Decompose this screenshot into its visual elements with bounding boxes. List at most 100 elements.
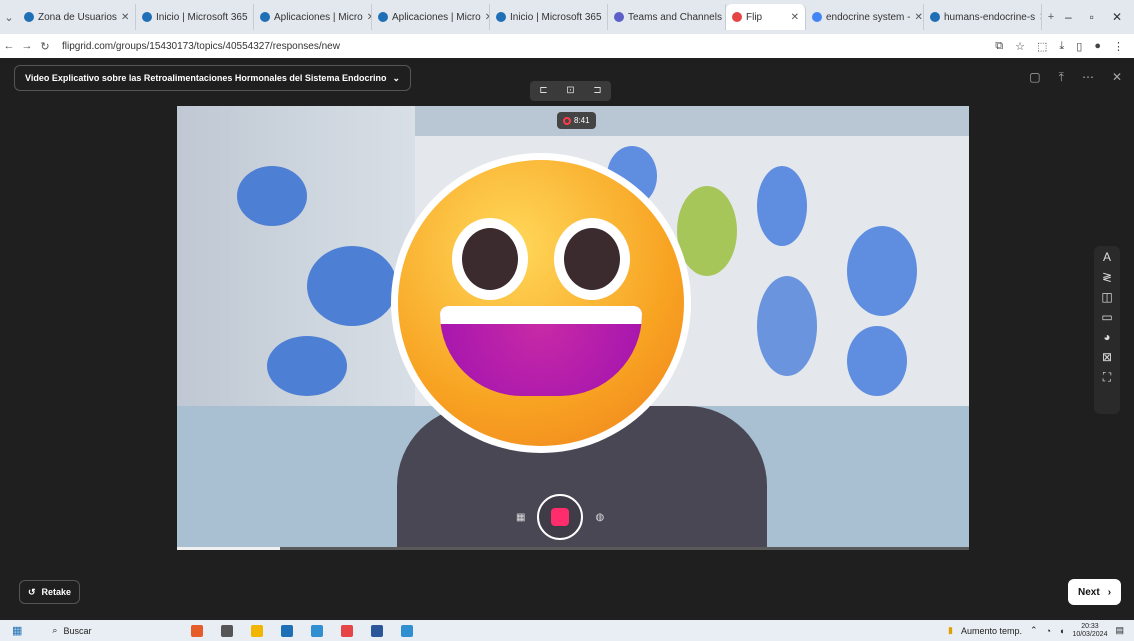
background-flower — [677, 186, 737, 276]
upload-icon[interactable]: ⤒ — [1059, 70, 1064, 85]
install-icon[interactable]: ⧉ — [995, 40, 1003, 53]
tab-label: Inicio | Microsoft 365 — [510, 11, 602, 23]
browser-tab[interactable]: humans-endocrine-s✕ — [924, 4, 1042, 30]
face-emoji-sticker[interactable] — [391, 153, 691, 453]
tab-label: humans-endocrine-s — [944, 11, 1036, 23]
tab-favicon-icon — [378, 12, 388, 22]
tab-label: Aplicaciones | Micro — [392, 11, 481, 23]
chevron-down-icon: ⌄ — [392, 72, 400, 83]
weather-icon: ▮ — [948, 625, 953, 635]
recording-dot-icon — [563, 116, 571, 125]
browser-tab[interactable]: Aplicaciones | Micro✕ — [254, 4, 372, 30]
browser-tab[interactable]: Zona de Usuarios ✕ — [18, 4, 136, 30]
taskbar-apps — [191, 624, 414, 637]
tab-favicon-icon — [496, 12, 506, 22]
network-icon[interactable]: ◔ — [1046, 626, 1051, 636]
close-window-icon[interactable]: ✕ — [1112, 10, 1122, 24]
word-icon[interactable] — [371, 624, 384, 637]
edge-icon[interactable] — [311, 624, 324, 637]
sidebar-icon[interactable]: ▯ — [1076, 40, 1082, 53]
browser-tab[interactable]: Teams and Channels✕ — [608, 4, 726, 30]
browser-tab[interactable]: Aplicaciones | Micro✕ — [372, 4, 490, 30]
gif-icon[interactable]: ▭ — [1101, 310, 1112, 324]
more-icon[interactable]: ⋯ — [1082, 70, 1094, 85]
tab-close-icon[interactable]: ✕ — [121, 12, 129, 23]
backdrop-icon[interactable]: ⛶ — [1103, 370, 1111, 385]
weather-text[interactable]: Aumento temp. — [961, 626, 1022, 636]
filter-icon[interactable]: ▦ — [516, 512, 525, 523]
extensions-icon[interactable]: ⬚ — [1037, 40, 1047, 53]
next-label: Next — [1078, 586, 1100, 598]
tab-favicon-icon — [930, 12, 940, 22]
chrome-icon[interactable] — [341, 624, 354, 637]
tab-label: Flip — [746, 11, 763, 23]
emoji-teeth — [440, 306, 642, 324]
flip-recorder: Video Explicativo sobre las Retroaliment… — [0, 58, 1134, 620]
sticker-icon[interactable]: ◫ — [1101, 290, 1112, 304]
volume-icon[interactable]: ◖ — [1059, 626, 1064, 636]
tab-list-icon[interactable]: ⌄ — [0, 11, 18, 24]
browser-tab[interactable]: Inicio | Microsoft 365✕ — [136, 4, 254, 30]
tab-favicon-icon — [260, 12, 270, 22]
layout-left-icon[interactable]: ⊏ — [530, 81, 557, 101]
bookmark-star-icon[interactable]: ☆ — [1015, 40, 1025, 53]
pen-icon[interactable]: ≷ — [1102, 270, 1112, 284]
tab-label: Teams and Channels — [628, 11, 722, 23]
pause-icon[interactable]: ◍ — [595, 512, 604, 523]
task-view-icon[interactable] — [221, 624, 234, 637]
tab-favicon-icon — [812, 12, 822, 22]
store-icon[interactable] — [281, 624, 294, 637]
background-flower — [847, 326, 907, 396]
text-icon[interactable]: A — [1103, 250, 1111, 264]
download-icon[interactable]: ⤓ — [1059, 40, 1064, 53]
topic-selector[interactable]: Video Explicativo sobre las Retroaliment… — [14, 65, 411, 91]
file-explorer-icon[interactable] — [251, 624, 264, 637]
reload-icon[interactable]: ↻ — [36, 40, 54, 53]
maximize-icon[interactable]: ▫ — [1090, 10, 1094, 24]
tab-close-icon[interactable]: ✕ — [791, 12, 799, 23]
emoji-eye — [452, 218, 528, 300]
layout-center-icon[interactable]: ⊡ — [557, 81, 584, 101]
recording-progress-bar — [177, 547, 969, 550]
minimize-icon[interactable]: – — [1065, 10, 1072, 24]
progress-fill — [177, 547, 280, 550]
retake-label: Retake — [41, 587, 72, 597]
clock-date: 10/03/2024 — [1072, 630, 1108, 638]
browser-tab[interactable]: Flip ✕ — [726, 4, 806, 30]
new-tab-button[interactable]: + — [1042, 11, 1060, 23]
filter-icon[interactable]: ◕ — [1103, 330, 1110, 344]
retake-icon: ↺ — [28, 586, 36, 597]
windows-start-icon[interactable]: ▦ — [12, 624, 22, 637]
clock[interactable]: 20:33 10/03/2024 — [1072, 623, 1107, 639]
sticky-note-icon[interactable]: ▢ — [1029, 70, 1040, 85]
forward-icon[interactable]: → — [18, 40, 36, 52]
background-blob — [237, 166, 307, 226]
emoji-pupil — [564, 228, 620, 290]
next-button[interactable]: Next › — [1068, 579, 1122, 605]
background-flower — [757, 276, 817, 376]
browser-tab[interactable]: endocrine system - ✕ — [806, 4, 924, 30]
board-icon[interactable]: ⊠ — [1102, 350, 1112, 364]
back-icon[interactable]: ← — [0, 40, 18, 52]
taskbar-search[interactable]: ⌕ Buscar — [52, 625, 91, 636]
layout-right-icon[interactable]: ⊐ — [584, 81, 611, 101]
tab-label: endocrine system - — [826, 11, 911, 23]
tab-favicon-icon — [732, 12, 742, 22]
browser-app-icon[interactable] — [401, 624, 414, 637]
tab-close-icon[interactable]: ✕ — [914, 12, 922, 23]
clock-time: 20:33 — [1081, 622, 1099, 630]
url-input[interactable]: flipgrid.com/groups/15430173/topics/4055… — [62, 41, 340, 52]
taskbar-app-icon[interactable] — [191, 624, 204, 637]
effects-toolbar: A ≷ ◫ ▭ ◕ ⊠ ⛶ — [1094, 246, 1120, 414]
emoji-pupil — [462, 228, 518, 290]
notifications-icon[interactable]: ▤ — [1115, 625, 1124, 636]
retake-button[interactable]: ↺ Retake — [19, 580, 81, 604]
close-icon[interactable]: ✕ — [1112, 70, 1122, 85]
address-bar: ← → ↻ flipgrid.com/groups/15430173/topic… — [0, 34, 1134, 58]
system-tray: ▮ Aumento temp. ⌃ ◔ ◖ 20:33 10/03/2024 ▤ — [948, 623, 1124, 639]
menu-icon[interactable]: ⋮ — [1113, 40, 1124, 53]
profile-avatar[interactable]: ● — [1094, 40, 1101, 53]
browser-tab[interactable]: Inicio | Microsoft 365✕ — [490, 4, 608, 30]
tray-chevron-icon[interactable]: ⌃ — [1030, 625, 1038, 636]
stop-record-button[interactable] — [537, 494, 584, 540]
